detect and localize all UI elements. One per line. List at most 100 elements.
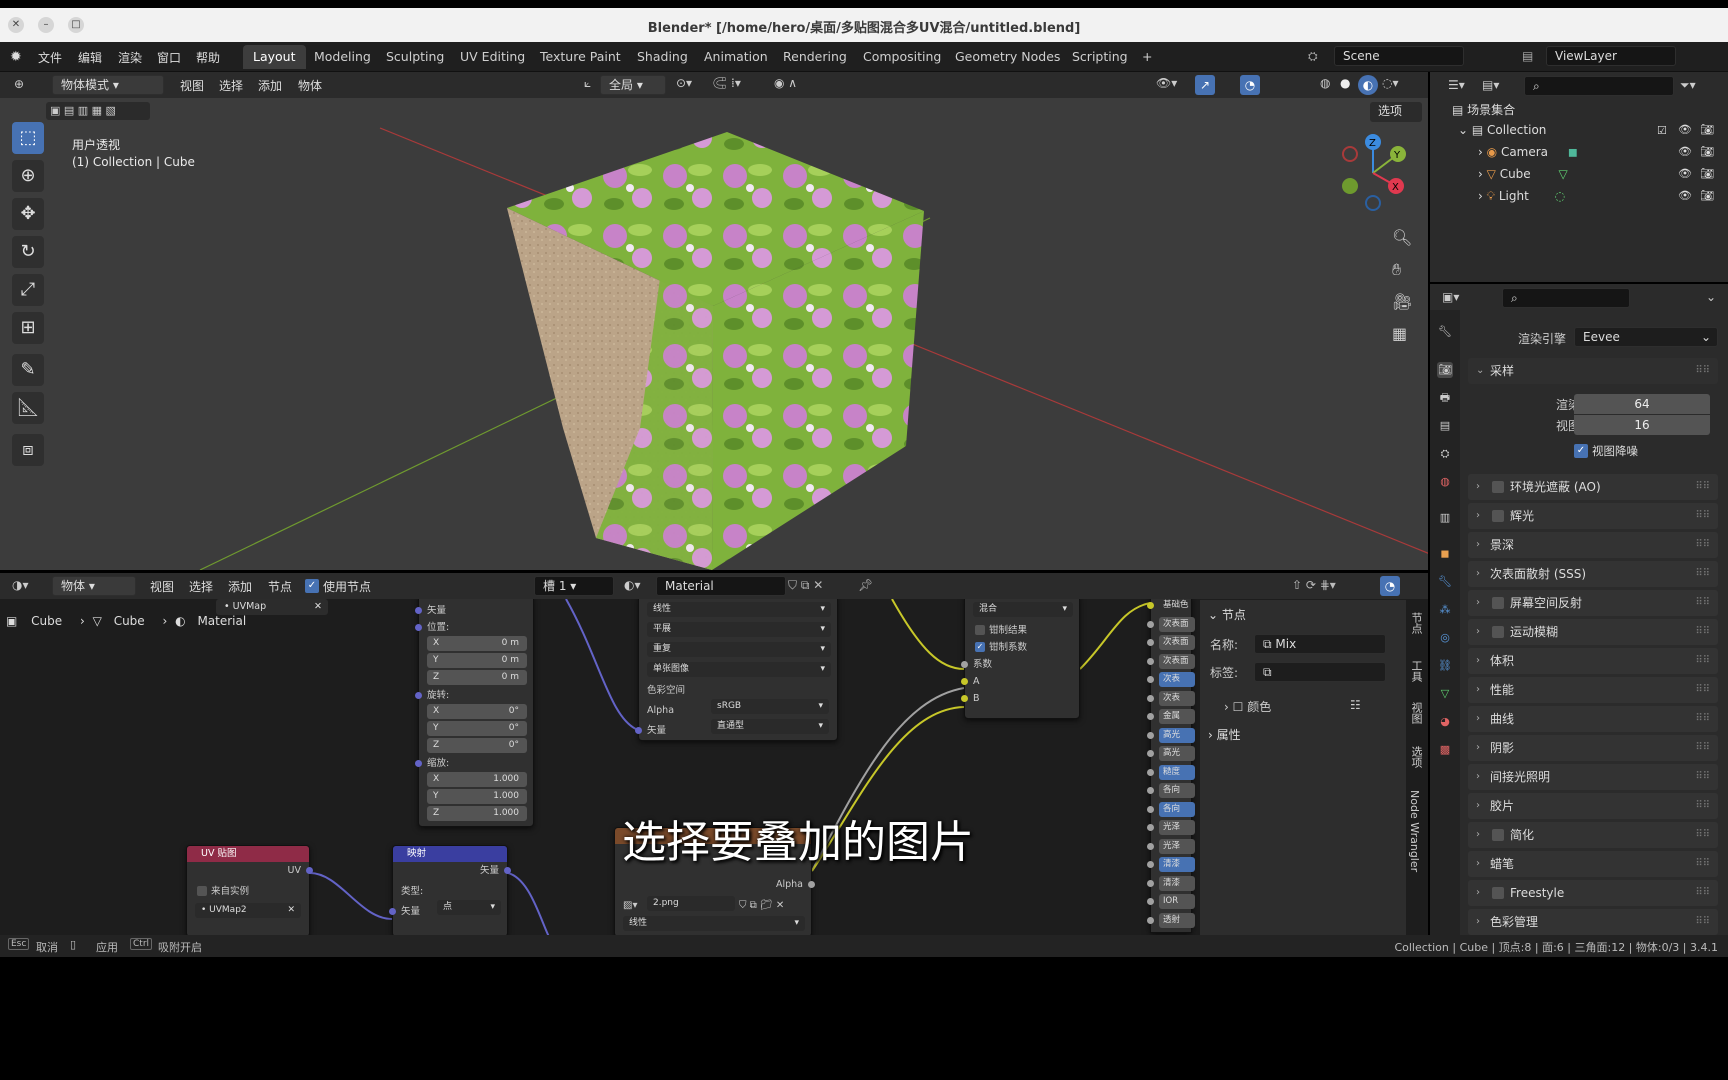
image-file-actions-icon[interactable]: ⛉ ⧉ 📁︎ ✕ [739,897,784,914]
viewport-denoise-checkbox[interactable]: ✓ [1574,444,1588,458]
viewport-menu-select[interactable]: 选择 [219,77,243,94]
render-camera-icon[interactable]: 📷︎ [1700,123,1714,136]
material-name-field[interactable]: Material [656,576,786,596]
collection-tab-icon[interactable]: ▥ [1437,510,1453,526]
rendered-shading-icon[interactable]: ◌▾ [1382,76,1399,90]
node-menu-node[interactable]: 节点 [268,578,292,595]
clamp-factor-checkbox[interactable]: ✓ [975,642,985,652]
zoom-icon[interactable]: 🔍︎ [1392,228,1412,247]
add-cube-tool[interactable]: ⧈ [12,434,44,466]
rotation-x-field[interactable]: X 0° [427,704,527,719]
panel-14-header[interactable]: › Freestyle ⠿⠿ [1468,880,1718,906]
tab-scripting[interactable]: Scripting [1062,45,1138,69]
menu-render[interactable]: 渲染 [118,49,142,66]
panel-4-header[interactable]: › 屏幕空间反射 ⠿⠿ [1468,590,1718,616]
object-tab-icon[interactable]: ◼ [1437,546,1453,562]
panel-5-header[interactable]: › 运动模糊 ⠿⠿ [1468,619,1718,645]
tab-geometry-nodes[interactable]: Geometry Nodes [945,45,1070,69]
sidebar-tab-view[interactable]: 视图 [1408,702,1424,724]
menu-file[interactable]: 文件 [38,49,62,66]
outliner-editor-icon[interactable]: ☰▾ [1448,78,1465,92]
properties-editor-icon[interactable]: ▣▾ [1442,290,1459,304]
select-box-tool[interactable]: ⬚ [12,122,44,154]
viewport-samples-field[interactable]: 16 [1574,415,1710,435]
node-menu-select[interactable]: 选择 [189,578,213,595]
add-workspace-button[interactable]: + [1132,45,1162,69]
image-texture-node-top[interactable]: 线性 ▾ 平展 ▾ 重复 ▾ 单张图像 ▾ 色彩空间 sRGB ▾ Alpha 直通型 ▾ 矢量 [635,599,838,741]
scale-tool[interactable]: ⤢ [12,274,44,306]
image2-interpolation-dropdown[interactable]: 线性 ▾ [623,916,805,931]
annotate-tool[interactable]: ✎ [12,354,44,386]
principled-bsdf-node[interactable]: 基础色 次表面 次表面 次表面 次表 次表 金属 高光 高光 糙度 各向 各向 光泽 光泽 清漆 清漆 IOR 透… [1147,599,1195,933]
mix-node[interactable]: 混合 ▾ 钳制结果 ✓ 钳制系数 系数 A B [961,599,1080,719]
menu-window[interactable]: 窗口 [157,49,181,66]
sidebar-tab-node[interactable]: 节点 [1408,612,1424,634]
properties-options-icon[interactable]: ⌄ [1706,290,1716,304]
panel-8-header[interactable]: › 曲线 ⠿⠿ [1468,706,1718,732]
node-color-header[interactable]: › ☐ 颜色 [1224,698,1271,715]
output-tab-icon[interactable]: 🖶︎ [1437,390,1453,406]
wireframe-shading-icon[interactable]: ◍ [1320,76,1330,90]
outliner-search[interactable]: ⌕ [1524,76,1674,96]
bsdf-input-17[interactable]: 透射 [1159,912,1195,928]
node-editor-type-icon[interactable]: ◑▾ [12,578,29,592]
parent-node-tree-icon[interactable]: ⇧ ⟳ ⋕▾ [1292,578,1336,592]
mapping-node[interactable]: 映射 矢量 类型: 点 ▾ 矢量 [389,845,511,935]
sampling-panel-header[interactable]: ⌄ 采样 ⠿⠿ [1468,358,1718,384]
breadcrumb-mesh[interactable]: Cube [114,614,145,628]
location-z-field[interactable]: Z0 m [427,670,527,685]
bsdf-input-12[interactable]: 光泽 [1159,820,1195,835]
panel-1-header[interactable]: › 辉光 ⠿⠿ [1468,503,1718,529]
panel-enable-checkbox[interactable] [1492,481,1504,493]
viewport-menu-add[interactable]: 添加 [258,77,282,94]
menu-edit[interactable]: 编辑 [78,49,102,66]
bsdf-input-6[interactable]: 金属 [1159,709,1195,724]
projection-dropdown[interactable]: 平展 ▾ [647,622,831,637]
ortho-grid-icon[interactable]: ▦ [1392,324,1407,343]
panel-13-header[interactable]: › 蜡笔 ⠿⠿ [1468,851,1718,877]
bsdf-input-1[interactable]: 次表面 [1159,616,1195,632]
uv-map-node[interactable]: UV 贴图 UV 来自实例 • UVMap2 ✕ [186,845,313,935]
constraints-tab-icon[interactable]: ⛓ [1437,658,1453,674]
bsdf-input-14[interactable]: 清漆 [1159,857,1195,872]
render-camera-icon[interactable]: 📷︎ [1700,145,1714,158]
scale-x-field[interactable]: X 1.000 [427,772,527,787]
mapping-node-top[interactable]: 矢量 位置: X0 m Y0 m Z0 m 旋转: X 0° Y 0° Z 0° 缩放… [415,599,534,827]
particles-tab-icon[interactable]: ⁂ [1437,602,1453,618]
image-file-field[interactable]: 2.png [647,896,735,911]
options-dropdown[interactable]: 选项 [1370,102,1422,122]
eye-icon[interactable]: 👁︎ [1678,189,1692,202]
proportional-edit-icon[interactable]: ◉ ∧ [774,76,797,90]
modifier-tab-icon[interactable]: 🔧︎ [1437,574,1453,590]
bsdf-input-3[interactable]: 次表面 [1159,653,1195,669]
transform-tool[interactable]: ⊞ [12,312,44,344]
viewport-menu-object[interactable]: 物体 [298,77,322,94]
interpolation-dropdown[interactable]: 线性 ▾ [647,602,831,617]
pan-hand-icon[interactable]: ✋︎ [1392,260,1401,280]
solid-shading-icon[interactable]: ● [1340,76,1350,90]
sidebar-tab-options[interactable]: 选项 [1408,746,1424,768]
scene-tab-icon[interactable]: ⛭ [1437,446,1453,462]
uvmap-field-popup[interactable]: • UVMap ✕ [216,599,328,615]
bsdf-input-4[interactable]: 次表 [1159,672,1195,687]
breadcrumb-object[interactable]: Cube [31,614,62,628]
blend-mode-dropdown[interactable]: 混合 ▾ [973,602,1073,617]
object-mode-dropdown[interactable]: 物体模式 ▾ [52,75,164,95]
render-samples-field[interactable]: 64 [1574,394,1710,414]
viewport-menu-view[interactable]: 视图 [180,77,204,94]
panel-2-header[interactable]: › 景深 ⠿⠿ [1468,532,1718,558]
display-mode-icon[interactable]: ▤▾ [1482,78,1499,92]
render-camera-icon[interactable]: 📷︎ [1700,189,1714,202]
panel-enable-checkbox[interactable] [1492,829,1504,841]
blender-logo-icon[interactable]: ✹ [10,49,22,65]
material-tab-icon[interactable]: ◕ [1437,714,1453,730]
bsdf-input-7[interactable]: 高光 [1159,727,1195,743]
panel-10-header[interactable]: › 间接光照明 ⠿⠿ [1468,764,1718,790]
camera-view-icon[interactable]: 🎥︎ [1392,292,1412,311]
use-nodes-checkbox[interactable]: ✓ [305,579,319,593]
eye-icon[interactable]: 👁︎ [1678,167,1692,180]
data-tab-icon[interactable]: ▽ [1437,686,1453,702]
transform-orientation-dropdown[interactable]: 全局 ▾ [600,75,666,95]
bsdf-input-2[interactable]: 次表面 [1159,635,1195,650]
bsdf-input-0[interactable]: 基础色 [1159,599,1195,613]
